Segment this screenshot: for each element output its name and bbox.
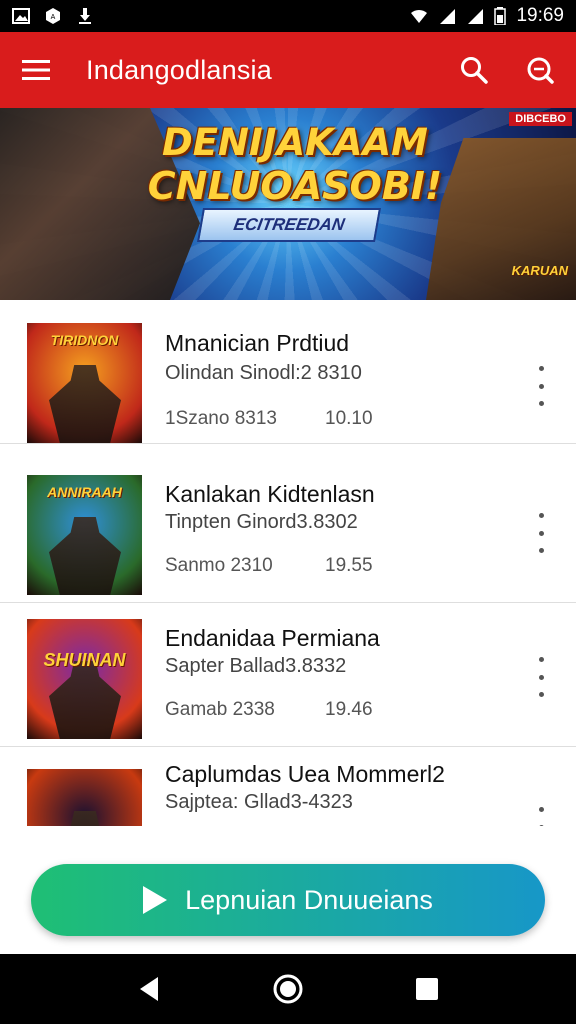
item-thumbnail: TIRIDNON [27,323,142,443]
thumbnail-figure [49,661,121,739]
download-icon [79,8,91,24]
signal-icon [468,9,484,24]
back-icon[interactable] [129,969,169,1009]
item-subtitle: Sapter Ballad3.8332 [165,655,347,677]
item-title: Caplumdas Uea Mommerl2 [165,761,445,787]
banner-title-line1: DENIJAKAAM [162,121,428,164]
thumbnail-label: TIRIDNON [50,332,119,348]
app-title: Indangodlansia [86,54,272,85]
list-item[interactable]: Caplumdas Uea Mommerl2 Sajptea: Gllad3-4… [0,747,576,826]
list-item[interactable]: SHUINAN Endanidaa Permiana Sapter Ballad… [0,603,576,747]
home-icon[interactable] [268,969,308,1009]
item-title: Mnanician Prdtiud [165,330,350,356]
item-meta-left: Sanmo 2310 [165,555,273,576]
overflow-menu-icon[interactable] [530,657,552,697]
list-item[interactable]: ANNIRAAH Kanlakan Kidtenlasn Tinpten Gin… [0,459,576,603]
thumbnail-figure [49,365,121,443]
banner-badge: DIBCEBO [509,112,572,126]
item-meta-right: 19.46 [325,699,373,720]
overflow-menu-icon[interactable] [530,366,552,406]
thumbnail-figure [49,811,121,826]
download-button[interactable]: Lepnuian Dnuueians [31,864,545,936]
list-item[interactable]: TIRIDNON Mnanician Prdtiud Olindan Sinod… [0,300,576,444]
thumbnail-label: ANNIRAAH [47,484,122,500]
search-icon[interactable] [524,54,556,86]
navigation-bar [0,954,576,1024]
status-bar: A 19:69 [0,0,576,32]
battery-icon [494,7,507,25]
item-subtitle: Tinpten Ginord3.8302 [165,511,358,533]
wifi-icon [411,9,428,23]
item-subtitle: Olindan Sinodl:2 8310 [165,362,362,384]
menu-icon[interactable] [20,54,52,86]
search-icon[interactable] [458,54,490,86]
game-list: TIRIDNON Mnanician Prdtiud Olindan Sinod… [0,300,576,826]
thumbnail-label: SHUINAN [43,650,126,670]
image-icon [12,8,30,24]
svg-text:A: A [51,14,56,21]
item-meta-right: 19.55 [325,555,373,576]
download-button-label: Lepnuian Dnuueians [185,884,433,915]
item-title: Endanidaa Permiana [165,625,380,651]
app-bar: Indangodlansia [0,32,576,108]
notification-icon: A [46,8,60,24]
item-thumbnail [27,769,142,826]
overflow-menu-icon[interactable] [530,807,552,826]
item-thumbnail: SHUINAN [27,619,142,739]
recents-icon[interactable] [407,969,447,1009]
item-thumbnail: ANNIRAAH [27,475,142,595]
play-icon [143,886,168,914]
banner-title: DENIJAKAAM CNLUOASOBI! [145,121,445,209]
banner-subtitle: ECITREEDAN [197,208,381,242]
item-subtitle: Sajptea: Gllad3-4323 [165,791,353,813]
bottom-area: Lepnuian Dnuueians [0,826,576,954]
banner-corner-text: KARUAN [511,263,568,278]
promo-banner[interactable]: DENIJAKAAM CNLUOASOBI! ECITREEDAN DIBCEB… [0,108,576,300]
overflow-menu-icon[interactable] [530,513,552,553]
status-time: 19:69 [516,5,564,26]
thumbnail-figure [49,517,121,595]
item-meta-left: 1Szano 8313 [165,408,277,429]
item-meta-right: 10.10 [325,408,373,429]
banner-title-line2: CNLUOASOBI! [147,164,443,208]
signal-icon [440,9,456,24]
item-title: Kanlakan Kidtenlasn [165,481,375,507]
item-meta-left: Gamab 2338 [165,699,275,720]
